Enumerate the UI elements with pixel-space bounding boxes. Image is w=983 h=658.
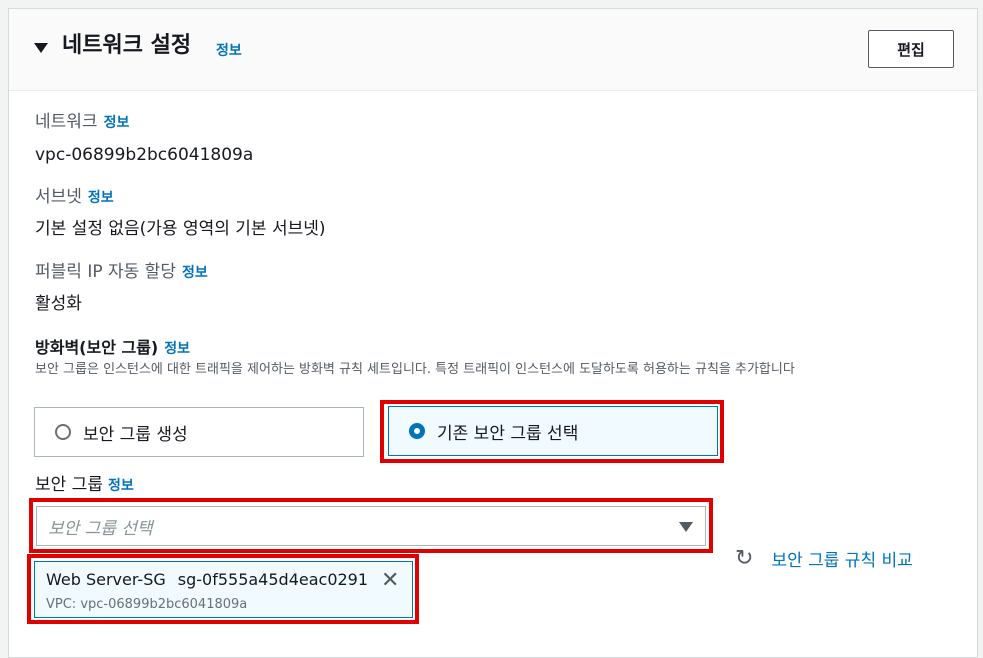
token-group-name: Web Server-SG [46, 570, 166, 589]
token-vpc: VPC: vpc-06899b2bc6041809a [46, 597, 248, 612]
token-title: Web Server-SG sg-0f555a45d4eac0291 [46, 570, 368, 589]
subnet-value: 기본 설정 없음(가용 영역의 기본 서브넷) [35, 219, 326, 239]
radio-selected-icon[interactable] [409, 423, 425, 439]
panel-header: 네트워크 설정 정보 편집 [9, 9, 977, 91]
compare-rules-link[interactable]: 보안 그룹 규칙 비교 [771, 546, 912, 571]
network-label-text: 네트워크 [35, 112, 98, 132]
create-security-group-option[interactable]: 보안 그룹 생성 [34, 407, 364, 457]
network-value: vpc-06899b2bc6041809a [35, 145, 254, 165]
security-group-label: 보안 그룹 정보 [35, 473, 134, 498]
firewall-title-text: 방화벽(보안 그룹) [35, 338, 159, 357]
page-title: 네트워크 설정 [62, 33, 192, 58]
security-group-select-placeholder: 보안 그룹 선택 [48, 518, 153, 539]
security-group-label-text: 보안 그룹 [35, 475, 103, 495]
radio-unselected-icon[interactable] [55, 424, 71, 440]
header-info-link[interactable]: 정보 [216, 40, 242, 60]
firewall-info-link[interactable]: 정보 [164, 341, 190, 357]
chevron-down-icon[interactable] [679, 522, 693, 532]
firewall-title: 방화벽(보안 그룹) 정보 [35, 336, 190, 361]
edit-button[interactable]: 편집 [868, 30, 954, 68]
public-ip-label: 퍼블릭 IP 자동 할당 정보 [35, 260, 208, 285]
public-ip-label-text: 퍼블릭 IP 자동 할당 [35, 262, 176, 282]
select-existing-security-group-option[interactable]: 기존 보안 그룹 선택 [388, 406, 718, 456]
close-icon[interactable]: ✕ [381, 569, 399, 593]
firewall-description: 보안 그룹은 인스턴스에 대한 트래픽을 제어하는 방화벽 규칙 세트입니다. … [35, 362, 795, 377]
public-ip-value: 활성화 [35, 294, 82, 314]
subnet-label: 서브넷 정보 [35, 185, 114, 210]
subnet-label-text: 서브넷 [35, 187, 82, 207]
network-settings-panel: 네트워크 설정 정보 편집 네트워크 정보 vpc-06899b2bc604180… [8, 8, 978, 658]
token-group-id: sg-0f555a45d4eac0291 [177, 570, 369, 589]
subnet-info-link[interactable]: 정보 [88, 190, 114, 206]
create-security-group-label: 보안 그룹 생성 [83, 424, 188, 445]
compare-security-group-rules[interactable]: ↻ 보안 그룹 규칙 비교 [735, 546, 913, 571]
security-group-select[interactable]: 보안 그룹 선택 [36, 506, 706, 546]
network-label: 네트워크 정보 [35, 110, 129, 135]
security-group-info-link[interactable]: 정보 [108, 478, 134, 494]
refresh-icon[interactable]: ↻ [735, 546, 753, 571]
network-info-link[interactable]: 정보 [104, 115, 130, 131]
public-ip-info-link[interactable]: 정보 [182, 265, 208, 281]
selected-security-group-token: Web Server-SG sg-0f555a45d4eac0291 VPC: v… [34, 561, 413, 618]
caret-down-icon[interactable] [34, 43, 48, 53]
select-existing-security-group-label: 기존 보안 그룹 선택 [437, 423, 579, 444]
